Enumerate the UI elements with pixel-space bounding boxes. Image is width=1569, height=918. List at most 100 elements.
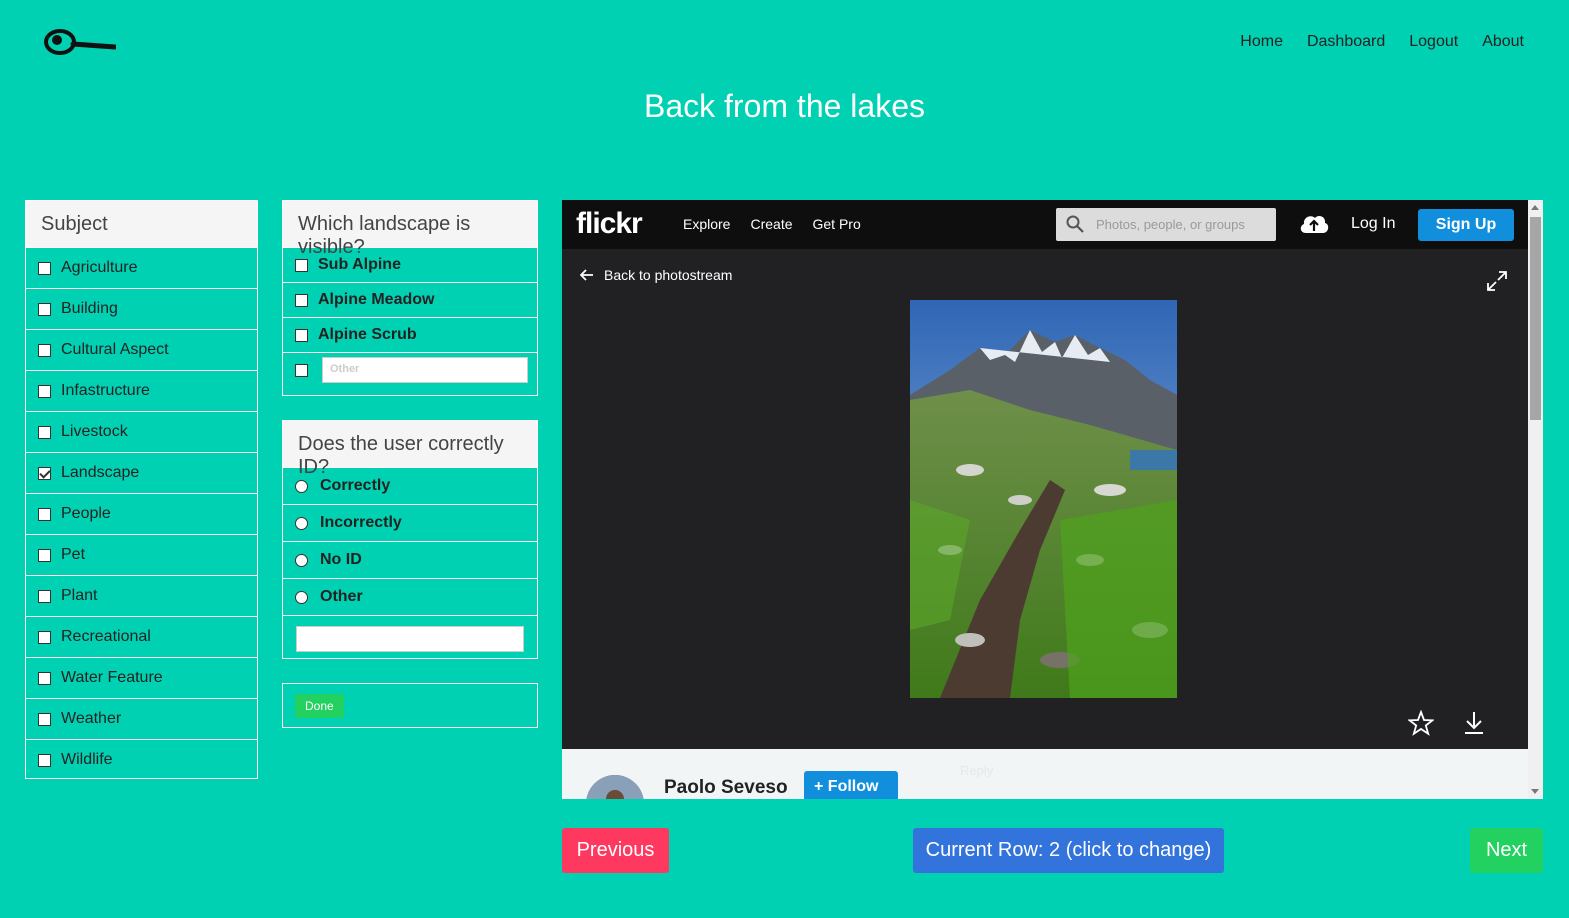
flickr-menu-get-pro[interactable]: Get Pro — [813, 216, 861, 232]
page-title: Back from the lakes — [644, 88, 925, 124]
option-label: Correctly — [320, 477, 391, 494]
nav-about[interactable]: About — [1482, 33, 1524, 51]
flickr-menu-explore[interactable]: Explore — [683, 216, 730, 232]
radio-other[interactable]: Other — [283, 578, 537, 615]
subject-option-agriculture[interactable]: Agriculture — [26, 247, 257, 288]
search-placeholder: Photos, people, or groups — [1096, 217, 1245, 232]
option-label: Incorrectly — [320, 514, 402, 531]
checkbox[interactable] — [38, 548, 51, 562]
back-to-photostream-link[interactable]: Back to photostream — [580, 267, 732, 283]
landscape-panel: Which landscape is visible? Sub Alpine A… — [282, 200, 538, 396]
option-label: Alpine Meadow — [318, 291, 435, 308]
subject-option-infastructure[interactable]: Infastructure — [26, 370, 257, 411]
subject-panel: Subject Agriculture Building Cultural Aspe… — [25, 200, 258, 779]
subject-option-pet[interactable]: Pet — [26, 534, 257, 575]
radio-incorrectly[interactable]: Incorrectly — [283, 504, 537, 541]
subject-option-people[interactable]: People — [26, 493, 257, 534]
expand-icon[interactable] — [1486, 270, 1508, 292]
radio-button[interactable] — [295, 516, 308, 530]
user-id-header: Does the user correctly ID? — [283, 421, 537, 478]
plus-icon: + — [814, 778, 828, 795]
favorite-star-icon[interactable] — [1408, 710, 1434, 736]
option-label: Cultural Aspect — [61, 341, 169, 358]
checkbox[interactable] — [38, 630, 51, 644]
flickr-logo[interactable]: flickr — [576, 207, 643, 241]
flickr-embed-frame[interactable]: flickr Explore Create Get Pro Photos, pe… — [562, 200, 1543, 799]
checkbox[interactable] — [295, 363, 308, 377]
landscape-other-input[interactable]: Other — [322, 357, 528, 383]
checkbox[interactable] — [38, 589, 51, 603]
option-label: Sub Alpine — [318, 256, 401, 273]
option-label: Wildlife — [61, 751, 113, 768]
option-label: Alpine Scrub — [318, 326, 417, 343]
landscape-option-alpine-scrub[interactable]: Alpine Scrub — [283, 317, 537, 352]
next-button[interactable]: Next — [1470, 828, 1543, 873]
landscape-header: Which landscape is visible? — [283, 201, 537, 258]
subject-option-weather[interactable]: Weather — [26, 698, 257, 739]
landscape-option-other[interactable]: Other — [283, 352, 537, 387]
checkbox[interactable] — [295, 328, 308, 342]
photo-owner-bar: Paolo Seveso + Follow Reply — [562, 749, 1528, 799]
nav-home[interactable]: Home — [1240, 33, 1283, 51]
option-label: Landscape — [61, 464, 140, 481]
scrollbar[interactable] — [1528, 200, 1543, 799]
option-label: Pet — [61, 546, 86, 563]
nav-dashboard[interactable]: Dashboard — [1307, 33, 1385, 51]
checkbox[interactable] — [38, 753, 51, 767]
flickr-signup-button[interactable]: Sign Up — [1418, 209, 1514, 241]
option-label: Recreational — [61, 628, 151, 645]
subject-option-recreational[interactable]: Recreational — [26, 616, 257, 657]
radio-no-id[interactable]: No ID — [283, 541, 537, 578]
user-id-panel: Does the user correctly ID? Correctly In… — [282, 420, 538, 659]
previous-button[interactable]: Previous — [562, 828, 669, 873]
follow-button[interactable]: + Follow — [804, 771, 898, 799]
user-id-other-input[interactable] — [296, 626, 524, 652]
subject-option-building[interactable]: Building — [26, 288, 257, 329]
option-label: No ID — [320, 551, 362, 568]
checkbox[interactable] — [295, 258, 308, 272]
scroll-down-arrow-icon[interactable] — [1531, 789, 1539, 794]
nav-logout[interactable]: Logout — [1409, 33, 1458, 51]
current-row-button[interactable]: Current Row: 2 (click to change) — [913, 828, 1224, 873]
avatar-image — [586, 775, 644, 799]
checkbox[interactable] — [295, 293, 308, 307]
option-label: People — [61, 505, 111, 522]
flickr-header: flickr Explore Create Get Pro Photos, pe… — [562, 200, 1528, 249]
flickr-search-input[interactable]: Photos, people, or groups — [1056, 208, 1276, 241]
scrollbar-thumb[interactable] — [1530, 217, 1541, 420]
radio-button[interactable] — [295, 553, 308, 567]
owner-name[interactable]: Paolo Seveso — [664, 777, 788, 799]
checkbox[interactable] — [38, 261, 51, 275]
flickr-menu: Explore Create Get Pro — [683, 216, 861, 232]
radio-button[interactable] — [295, 590, 308, 604]
upload-cloud-icon[interactable] — [1298, 211, 1330, 235]
subject-option-livestock[interactable]: Livestock — [26, 411, 257, 452]
scroll-up-arrow-icon[interactable] — [1531, 205, 1539, 210]
subject-option-landscape[interactable]: Landscape — [26, 452, 257, 493]
landscape-option-alpine-meadow[interactable]: Alpine Meadow — [283, 282, 537, 317]
checkbox[interactable] — [38, 343, 51, 357]
radio-button[interactable] — [295, 479, 308, 493]
checkbox[interactable] — [38, 712, 51, 726]
option-label: Agriculture — [61, 259, 138, 276]
download-icon[interactable] — [1462, 710, 1486, 736]
avatar[interactable] — [586, 775, 644, 799]
done-button[interactable]: Done — [295, 693, 344, 718]
option-label: Building — [61, 300, 118, 317]
subject-option-plant[interactable]: Plant — [26, 575, 257, 616]
logo-magnifier-icon[interactable] — [44, 28, 116, 58]
subject-option-wildlife[interactable]: Wildlife — [26, 739, 257, 780]
option-label: Water Feature — [61, 669, 163, 686]
user-id-other-row — [283, 615, 537, 662]
subject-option-cultural-aspect[interactable]: Cultural Aspect — [26, 329, 257, 370]
checkbox[interactable] — [38, 671, 51, 685]
checkbox[interactable] — [38, 302, 51, 316]
flickr-login-link[interactable]: Log In — [1351, 215, 1395, 233]
checkbox[interactable] — [38, 425, 51, 439]
checkbox[interactable] — [38, 466, 51, 480]
subject-option-water-feature[interactable]: Water Feature — [26, 657, 257, 698]
mountain-photo[interactable] — [910, 300, 1177, 698]
checkbox[interactable] — [38, 384, 51, 398]
flickr-menu-create[interactable]: Create — [750, 216, 792, 232]
checkbox[interactable] — [38, 507, 51, 521]
